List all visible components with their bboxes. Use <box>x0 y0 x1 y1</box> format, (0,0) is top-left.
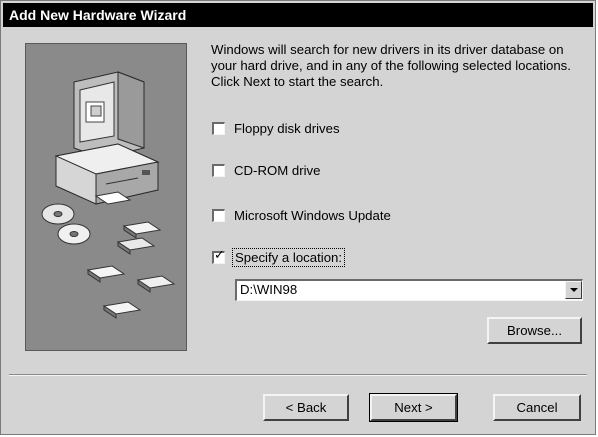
location-combobox[interactable]: D:\WIN98 <box>235 279 583 301</box>
checkbox-floppy[interactable] <box>212 121 225 135</box>
instructions-text: Windows will search for new drivers in i… <box>211 42 571 89</box>
computer-illustration-icon <box>41 71 176 319</box>
option-specify-location[interactable]: Specify a location: <box>212 247 346 267</box>
location-value[interactable]: D:\WIN98 <box>240 282 297 297</box>
checkbox-cd-rom[interactable] <box>212 163 225 177</box>
option-cd-rom-drive[interactable]: CD-ROM drive <box>212 161 320 179</box>
browse-button[interactable]: Browse... <box>487 317 582 344</box>
back-button[interactable]: < Back <box>263 394 349 421</box>
option-label: Floppy disk drives <box>234 120 340 136</box>
option-label: CD-ROM drive <box>234 162 321 178</box>
window-title: Add New Hardware Wizard <box>3 3 593 27</box>
separator <box>9 374 587 376</box>
cancel-button[interactable]: Cancel <box>493 394 581 421</box>
chevron-down-icon[interactable] <box>565 281 582 299</box>
checkbox-windows-update[interactable] <box>212 208 225 222</box>
option-label: Microsoft Windows Update <box>234 207 391 223</box>
checkbox-specify-location[interactable] <box>212 248 225 264</box>
option-windows-update[interactable]: Microsoft Windows Update <box>212 206 391 224</box>
wizard-window: Add New Hardware Wizard Windows will sea… <box>0 0 596 435</box>
next-button[interactable]: Next > <box>369 393 458 422</box>
option-floppy-disk-drives[interactable]: Floppy disk drives <box>212 119 340 137</box>
wizard-side-illustration <box>25 43 187 351</box>
option-label: Specify a location: <box>231 247 346 267</box>
